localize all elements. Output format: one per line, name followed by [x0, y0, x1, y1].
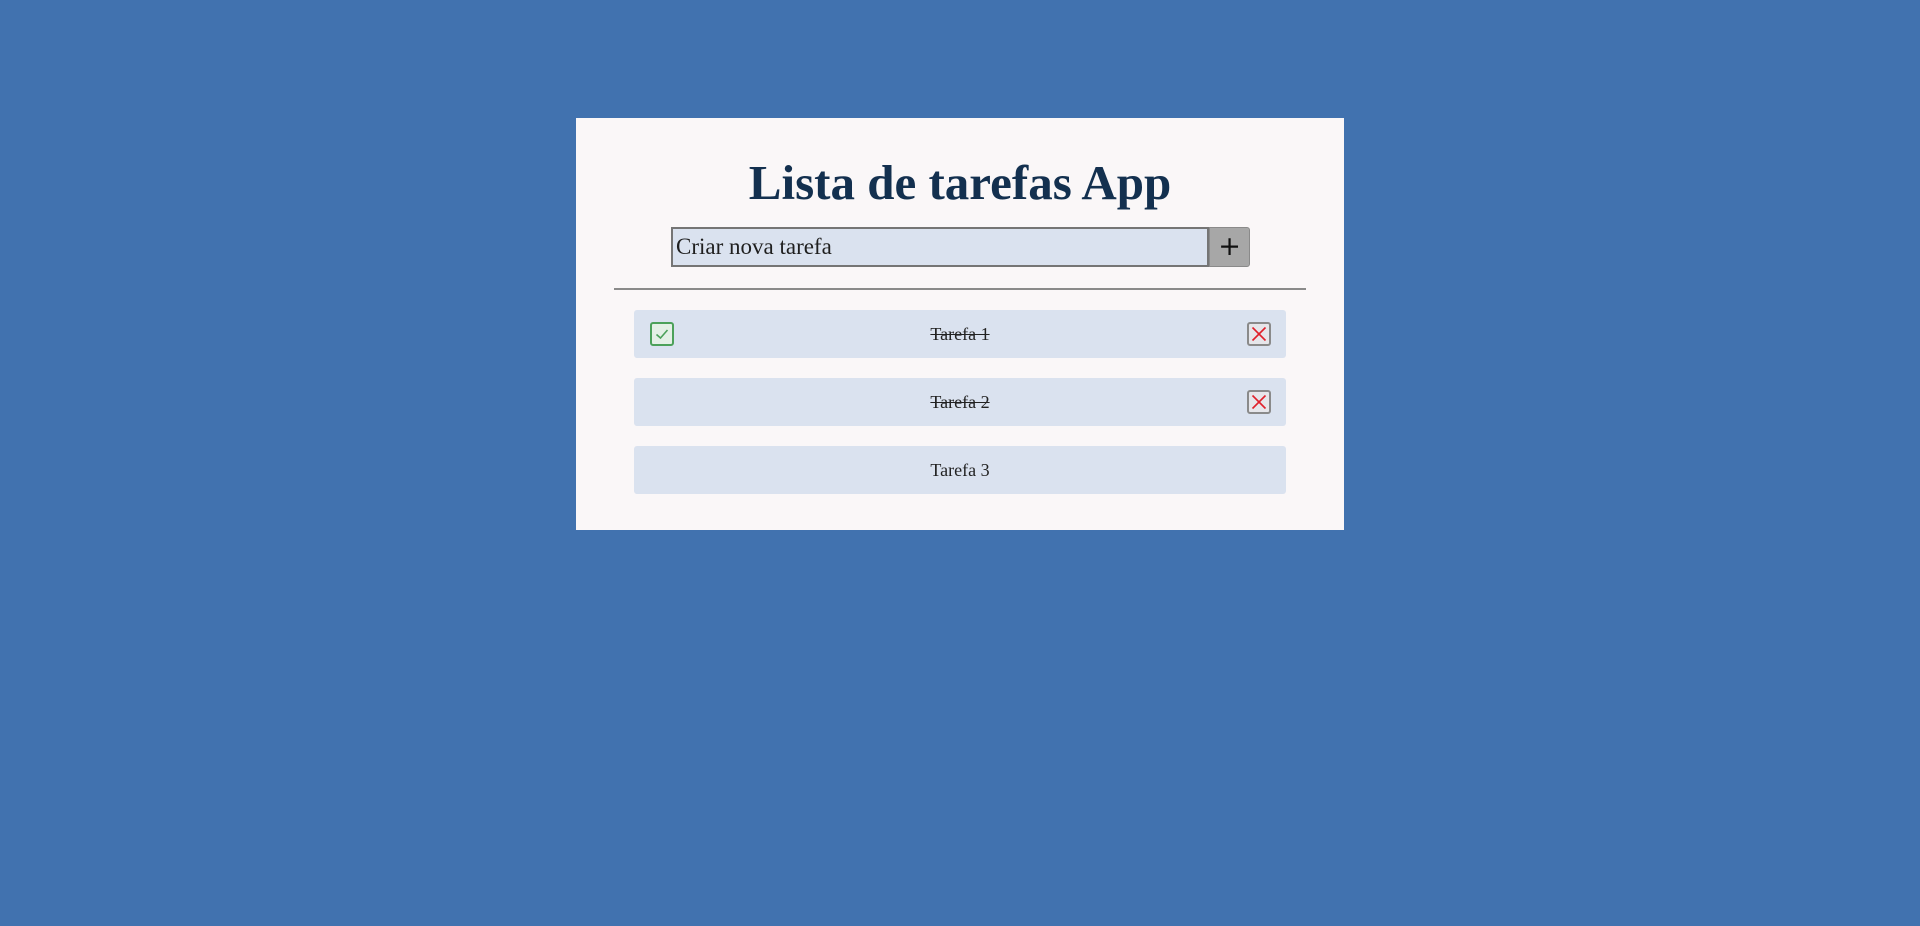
task-label: Tarefa 3	[930, 460, 990, 480]
task-item[interactable]: Tarefa 3	[634, 446, 1286, 494]
close-icon	[1251, 394, 1267, 410]
task-label: Tarefa 1	[930, 324, 990, 344]
page-title: Lista de tarefas App	[748, 155, 1172, 210]
delete-task-button[interactable]	[1247, 322, 1271, 346]
todo-card: Lista de tarefas App + Tarefa 1 Tarefa 2	[576, 118, 1344, 530]
add-task-button[interactable]: +	[1209, 227, 1250, 267]
close-icon	[1251, 326, 1267, 342]
new-task-form: +	[671, 227, 1250, 267]
new-task-input[interactable]	[671, 227, 1209, 267]
divider	[614, 288, 1306, 290]
task-item[interactable]: Tarefa 1	[634, 310, 1286, 358]
task-list: Tarefa 1 Tarefa 2 Tarefa 3	[634, 310, 1286, 514]
task-label: Tarefa 2	[930, 392, 990, 412]
delete-task-button[interactable]	[1247, 390, 1271, 414]
task-item[interactable]: Tarefa 2	[634, 378, 1286, 426]
